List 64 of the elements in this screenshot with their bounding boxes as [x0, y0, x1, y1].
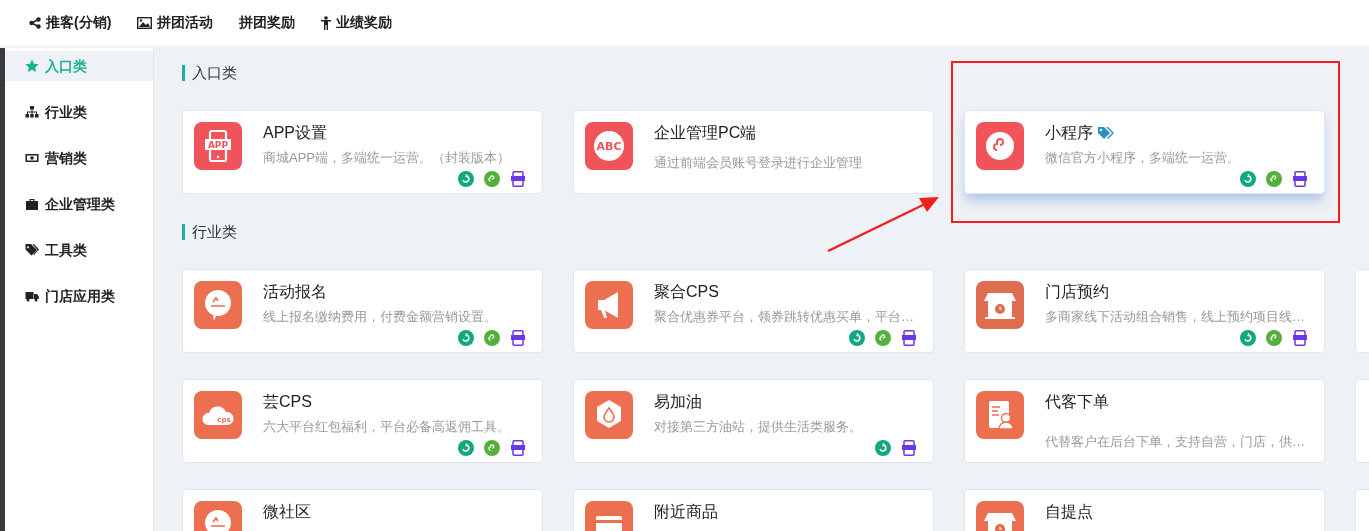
person-icon [321, 15, 332, 30]
wechat-icon[interactable] [458, 439, 474, 456]
card-title: 小程序 [1045, 123, 1093, 143]
card-title: 门店预约 [1045, 282, 1109, 302]
app-card[interactable]: 聚合CPS 聚合优惠券平台，领券跳转优惠买单，平台… [573, 269, 934, 353]
truck-icon [25, 289, 39, 303]
wechat-icon[interactable] [849, 329, 865, 346]
app-card[interactable]: 自提点 [964, 489, 1325, 531]
section-heading: 入口类 [182, 65, 237, 81]
app-card[interactable]: 代客下单 代替客户在后台下单，支持自营，门店，供… [964, 379, 1325, 463]
card-title: APP设置 [263, 123, 327, 143]
card-description: 多商家线下活动组合销售，线上预约项目线… [1045, 308, 1306, 326]
share-icon [29, 16, 41, 29]
app-card[interactable]: 微社区 [182, 489, 543, 531]
card-description: 线上报名缴纳费用，付费金额营销设置。 [263, 308, 498, 326]
top-nav-link[interactable]: 推客(分销) [29, 12, 112, 33]
card-title: 企业管理PC端 [654, 123, 757, 143]
card-title: 附近商品 [654, 502, 718, 522]
app-card[interactable]: ABC 企业管理PC端 通过前端会员账号登录进行企业管理 [573, 110, 934, 194]
card-title: 活动报名 [263, 282, 327, 302]
mini-program-icon[interactable] [484, 439, 500, 456]
card-description: 代替客户在后台下单，支持自营，门店，供… [1045, 433, 1306, 451]
top-nav-link[interactable]: 拼团活动 [137, 12, 214, 33]
card-description: 六大平台红包福利，平台必备高返佣工具。 [263, 418, 511, 436]
card-title: 易加油 [654, 392, 702, 412]
card-title: 芸CPS [263, 392, 312, 412]
image-icon [137, 16, 153, 29]
briefcase-icon [25, 197, 39, 211]
card-title: 代客下单 [1045, 392, 1109, 412]
phone-icon: APP [194, 122, 242, 170]
mini-program-icon[interactable] [875, 329, 891, 346]
tag-icon [25, 243, 39, 257]
wechat-icon[interactable] [458, 329, 474, 346]
mobile-page-icon[interactable] [510, 170, 526, 187]
card-description: 对接第三方油站，提供生活类服务。 [654, 418, 863, 436]
section-heading: 行业类 [182, 224, 237, 240]
card-description: 通过前端会员账号登录进行企业管理 [654, 154, 863, 172]
wechat-icon[interactable] [875, 439, 891, 456]
wechat-icon[interactable] [1240, 170, 1256, 187]
mobile-page-icon[interactable] [901, 439, 917, 456]
mobile-page-icon[interactable] [1292, 170, 1308, 187]
mini-program-icon[interactable] [1266, 329, 1282, 346]
mini-program-icon[interactable] [1266, 170, 1282, 187]
card-title: 微社区 [263, 502, 311, 522]
app-card[interactable]: 附近商品 [573, 489, 934, 531]
wechat-icon[interactable] [1240, 329, 1256, 346]
card-title: 自提点 [1045, 502, 1093, 522]
star-icon [25, 59, 39, 73]
mobile-page-icon[interactable] [1292, 329, 1308, 346]
card-description: 聚合优惠券平台，领券跳转优惠买单，平台… [654, 308, 915, 326]
mobile-page-icon[interactable] [510, 329, 526, 346]
top-nav-link[interactable]: 业绩奖励 [321, 12, 393, 33]
app-card[interactable]: 易加油 对接第三方油站，提供生活类服务。 [573, 379, 934, 463]
mini-program-icon[interactable] [484, 329, 500, 346]
mini-program-icon[interactable] [484, 170, 500, 187]
top-nav-link[interactable]: 拼团奖励 [239, 12, 296, 33]
app-card[interactable]: 活动报名 线上报名缴纳费用，付费金额营销设置。 [182, 269, 543, 353]
banknote-icon [25, 151, 39, 165]
wechat-icon[interactable] [458, 170, 474, 187]
card-title: 聚合CPS [654, 282, 719, 302]
sitemap-icon [25, 105, 39, 119]
app-card[interactable]: 门店预约 多商家线下活动组合销售，线上预约项目线… [964, 269, 1325, 353]
mobile-page-icon[interactable] [510, 439, 526, 456]
mobile-page-icon[interactable] [901, 329, 917, 346]
